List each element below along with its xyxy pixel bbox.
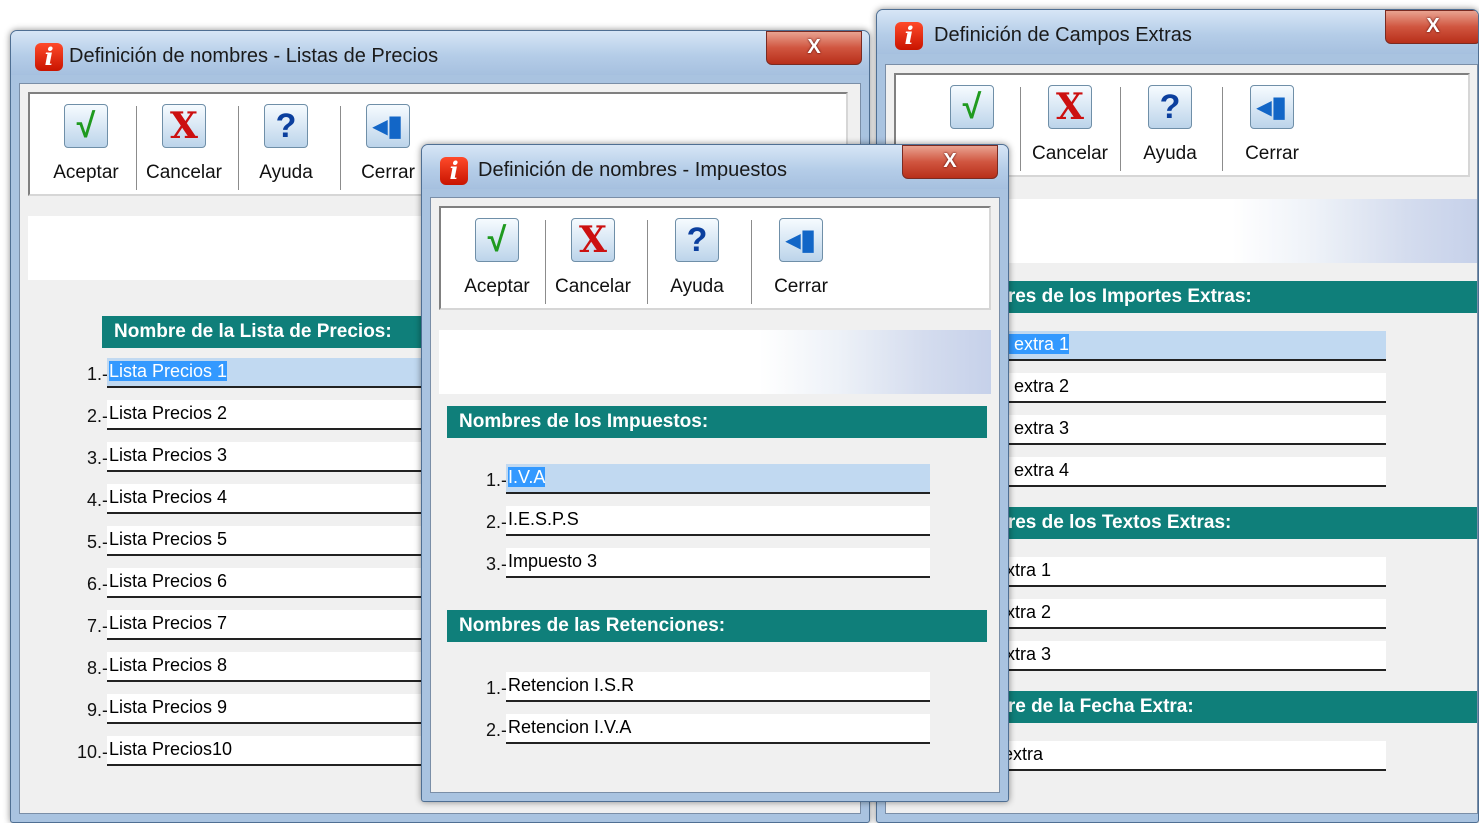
item-number: 7.- xyxy=(86,616,108,636)
exit-door-icon: ◂▮ xyxy=(366,104,410,148)
window-title: Definición de nombres - Listas de Precio… xyxy=(69,45,439,67)
accept-button[interactable]: √ Aceptar xyxy=(447,218,547,306)
cancel-x-icon: X xyxy=(1048,85,1092,129)
help-label: Ayuda xyxy=(1143,143,1197,164)
texto-input[interactable]: Texto extra 3 xyxy=(946,641,1386,671)
section-header-retenciones: Nombres de las Retenciones: xyxy=(447,610,987,642)
item-number: 2.- xyxy=(86,406,108,426)
help-button[interactable]: ? Ayuda xyxy=(236,104,336,192)
retencion-input[interactable]: Retencion I.V.A xyxy=(506,714,930,744)
item-number: 1.- xyxy=(485,470,507,490)
item-number: 2.- xyxy=(485,720,507,740)
section-header-fecha: Nombre de la Fecha Extra: xyxy=(942,691,1477,723)
impuesto-input[interactable]: I.V.A xyxy=(506,464,930,494)
question-icon: ? xyxy=(1148,85,1192,129)
cancel-button[interactable]: X Cancelar xyxy=(1020,85,1120,173)
window-impuestos: i Definición de nombres - Impuestos X √ … xyxy=(421,144,1009,802)
close-label: Cerrar xyxy=(1245,143,1299,164)
section-header-impuestos: Nombres de los Impuestos: xyxy=(447,406,987,438)
close-button[interactable]: ◂▮ Cerrar xyxy=(751,218,851,306)
impuesto-input[interactable]: Impuesto 3 xyxy=(506,548,930,578)
item-number: 3.- xyxy=(86,448,108,468)
accept-button[interactable]: √ Aceptar xyxy=(36,104,136,192)
app-info-icon: i xyxy=(440,157,468,185)
close-window-button[interactable]: X xyxy=(1385,10,1478,44)
question-icon: ? xyxy=(264,104,308,148)
cancel-x-icon: X xyxy=(162,104,206,148)
close-button[interactable]: ◂▮ Cerrar xyxy=(1222,85,1322,173)
item-number: 8.- xyxy=(86,658,108,678)
close-window-button[interactable]: X xyxy=(766,31,862,65)
help-label: Ayuda xyxy=(259,162,313,183)
section-header-textos: Nombres de los Textos Extras: xyxy=(942,507,1477,539)
check-icon: √ xyxy=(950,85,994,129)
section-header-importes: Nombres de los Importes Extras: xyxy=(942,281,1477,313)
app-info-icon: i xyxy=(35,43,63,71)
accept-label: Aceptar xyxy=(53,162,119,183)
item-number: 1.- xyxy=(485,678,507,698)
texto-input[interactable]: Texto extra 1 xyxy=(946,557,1386,587)
retencion-input[interactable]: Retencion I.S.R xyxy=(506,672,930,702)
texto-input[interactable]: Texto extra 2 xyxy=(946,599,1386,629)
cancel-label: Cancelar xyxy=(554,276,632,297)
item-number: 6.- xyxy=(86,574,108,594)
close-x-icon: X xyxy=(1426,15,1440,37)
window-client-area: √ Aceptar X Cancelar ? Ayuda ◂▮ Cerrar N… xyxy=(430,197,1000,793)
importe-input[interactable]: Importe extra 3 xyxy=(946,415,1386,445)
cancel-button[interactable]: X Cancelar xyxy=(543,218,643,306)
header-banner xyxy=(439,330,991,394)
fecha-input[interactable]: Fecha extra xyxy=(946,741,1386,771)
list-item: 2.- I.E.S.P.S xyxy=(431,506,999,536)
help-label: Ayuda xyxy=(670,276,724,297)
check-icon: √ xyxy=(64,104,108,148)
exit-door-icon: ◂▮ xyxy=(779,218,823,262)
selected-text: Lista Precios 1 xyxy=(109,361,228,381)
cancel-label: Cancelar xyxy=(1031,143,1109,164)
cancel-button[interactable]: X Cancelar xyxy=(134,104,234,192)
impuesto-input[interactable]: I.E.S.P.S xyxy=(506,506,930,536)
app-info-icon: i xyxy=(895,22,923,50)
list-item: 1.- I.V.A xyxy=(431,464,999,494)
window-title: Definición de nombres - Impuestos xyxy=(478,159,788,181)
item-number: 1.- xyxy=(86,364,108,384)
exit-door-icon: ◂▮ xyxy=(1250,85,1294,129)
accept-label: Aceptar xyxy=(464,276,530,297)
item-number: 2.- xyxy=(485,512,507,532)
question-icon: ? xyxy=(675,218,719,262)
window-title: Definición de Campos Extras xyxy=(934,24,1192,46)
importe-input[interactable]: Importe extra 1 xyxy=(946,331,1386,361)
help-button[interactable]: ? Ayuda xyxy=(1120,85,1220,173)
importe-input[interactable]: Importe extra 2 xyxy=(946,373,1386,403)
item-number: 3.- xyxy=(485,554,507,574)
cancel-label: Cancelar xyxy=(145,162,223,183)
item-number: 9.- xyxy=(86,700,108,720)
importe-input[interactable]: Importe extra 4 xyxy=(946,457,1386,487)
help-button[interactable]: ? Ayuda xyxy=(647,218,747,306)
list-item: 2.- Retencion I.V.A xyxy=(431,714,999,744)
item-number: 10.- xyxy=(76,742,108,762)
list-item: 3.- Impuesto 3 xyxy=(431,548,999,578)
close-x-icon: X xyxy=(943,150,957,172)
selected-text: I.V.A xyxy=(508,467,546,487)
close-label: Cerrar xyxy=(774,276,828,297)
close-window-button[interactable]: X xyxy=(902,145,998,179)
close-x-icon: X xyxy=(807,36,821,58)
cancel-x-icon: X xyxy=(571,218,615,262)
toolbar: √ Aceptar X Cancelar ? Ayuda ◂▮ Cerrar xyxy=(439,206,991,310)
check-icon: √ xyxy=(475,218,519,262)
item-number: 5.- xyxy=(86,532,108,552)
item-number: 4.- xyxy=(86,490,108,510)
list-item: 1.- Retencion I.S.R xyxy=(431,672,999,702)
